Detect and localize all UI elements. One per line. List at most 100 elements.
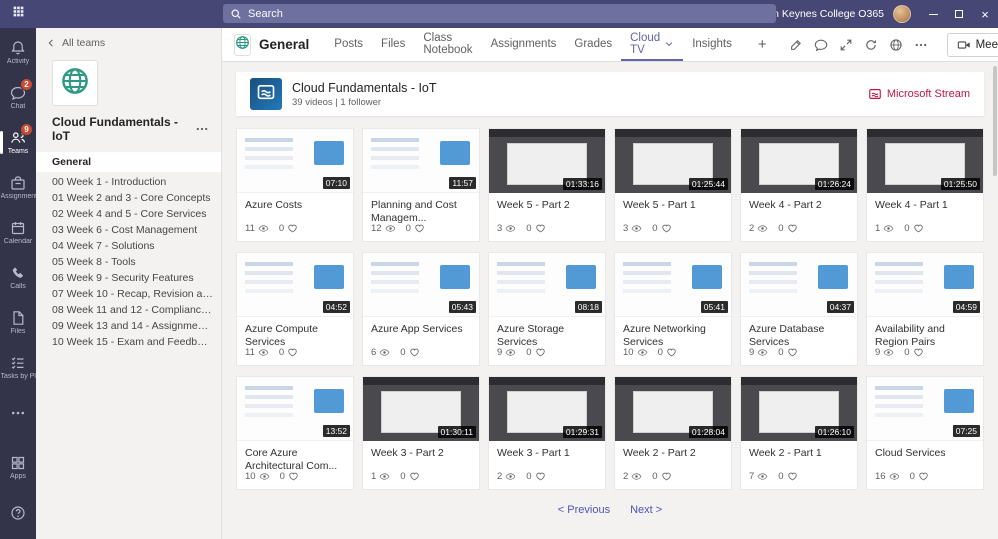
channel-item-01-week-2-and-3-core-concepts[interactable]: 01 Week 2 and 3 - Core Concepts [36, 190, 221, 206]
views-icon [258, 347, 269, 358]
like-count: 0 [652, 223, 658, 234]
open-in-stream-link[interactable]: Microsoft Stream [868, 87, 970, 101]
user-avatar[interactable] [893, 5, 911, 23]
rail-item-files[interactable]: Files [0, 300, 36, 345]
close-button[interactable]: × [972, 0, 998, 28]
video-card[interactable]: 11:57 Planning and Cost Managem... 12 0 [362, 128, 480, 242]
views-icon [883, 223, 894, 234]
previous-page-link[interactable]: < Previous [558, 504, 610, 516]
video-stats: 12 0 [363, 223, 479, 241]
channel-item-06-week-9-security-features[interactable]: 06 Week 9 - Security Features [36, 270, 221, 286]
rail-item-calendar[interactable]: Calendar [0, 210, 36, 255]
minimize-button[interactable] [920, 0, 946, 28]
rail-item-apps[interactable]: Apps [0, 445, 36, 490]
video-card[interactable]: 05:43 Azure App Services 6 0 [362, 252, 480, 366]
channel-item-02-week-4-and-5-core-services[interactable]: 02 Week 4 and 5 - Core Services [36, 206, 221, 222]
like-count: 0 [778, 223, 784, 234]
tab-class-notebook[interactable]: Class Notebook [414, 28, 481, 61]
stream-logo-icon [250, 78, 282, 110]
heart-icon [287, 347, 298, 358]
video-thumbnail: 11:57 [363, 129, 479, 193]
video-thumbnail: 08:18 [489, 253, 605, 317]
search-bar[interactable] [223, 4, 776, 23]
video-card[interactable]: 07:25 Cloud Services 16 0 [866, 376, 984, 490]
video-stats: 90 [741, 347, 857, 365]
channel-item-03-week-6-cost-management[interactable]: 03 Week 6 - Cost Management [36, 222, 221, 238]
video-duration: 04:37 [826, 300, 854, 313]
rail-item-calls[interactable]: Calls [0, 255, 36, 300]
scrollbar-thumb[interactable] [993, 66, 997, 176]
tab-insights[interactable]: Insights [683, 28, 741, 61]
video-card[interactable]: 01:29:31 Week 3 - Part 120 [488, 376, 606, 490]
tab-files[interactable]: Files [372, 28, 414, 61]
views-icon [883, 347, 894, 358]
rail-item-label: Teams [7, 148, 29, 155]
stream-brand-icon [868, 87, 882, 101]
video-card[interactable]: 04:59 Availability and Region Pairs 9 0 [866, 252, 984, 366]
globe-button[interactable] [884, 33, 908, 57]
app-launcher-icon[interactable] [12, 5, 25, 23]
tab-label: Files [381, 37, 406, 50]
video-thumbnail: 01:26:10 [741, 377, 857, 441]
meet-button[interactable]: Meet [946, 32, 998, 57]
video-card[interactable]: 04:37 Azure Database Services 9 0 [740, 252, 858, 366]
expand-button[interactable] [834, 33, 858, 57]
search-input[interactable] [248, 7, 769, 20]
views-icon [258, 223, 269, 234]
video-card[interactable]: 01:33:16 Week 5 - Part 230 [488, 128, 606, 242]
rail-item-assignments[interactable]: Assignments [0, 165, 36, 210]
view-count: 10 [623, 347, 634, 358]
channel-item-08-week-11-and-12-compliance-features[interactable]: 08 Week 11 and 12 - Compliance Features [36, 302, 221, 318]
add-tab-button[interactable]: + [749, 36, 776, 53]
channel-item-09-week-13-and-14-assignment-and-revision[interactable]: 09 Week 13 and 14 - Assignment and Revis… [36, 318, 221, 334]
video-card[interactable]: 07:10 Azure Costs 11 0 [236, 128, 354, 242]
video-card[interactable]: 01:26:24 Week 4 - Part 220 [740, 128, 858, 242]
next-page-link[interactable]: Next > [630, 504, 662, 516]
tab-grades[interactable]: Grades [565, 28, 621, 61]
tab-assignments[interactable]: Assignments [482, 28, 566, 61]
video-card[interactable]: 01:25:50 Week 4 - Part 110 [866, 128, 984, 242]
video-card[interactable]: 04:52 Azure Compute Services 11 0 [236, 252, 354, 366]
rail-item-help[interactable] [0, 490, 36, 535]
heart-icon [287, 223, 298, 234]
tab-posts[interactable]: Posts [325, 28, 372, 61]
channel-item-07-week-10-recap-revision-and-review[interactable]: 07 Week 10 - Recap, Revision and Review [36, 286, 221, 302]
rail-item-teams[interactable]: 9 Teams [0, 120, 36, 165]
like-count: 0 [278, 347, 285, 358]
rail-item-more-apps[interactable] [0, 390, 36, 435]
rail-item-activity[interactable]: Activity [0, 30, 36, 75]
stream-channel-title: Cloud Fundamentals - IoT [292, 80, 437, 95]
channel-item-04-week-7-solutions[interactable]: 04 Week 7 - Solutions [36, 238, 221, 254]
video-card[interactable]: 08:18 Azure Storage Services 9 0 [488, 252, 606, 366]
refresh-button[interactable] [859, 33, 883, 57]
tab-cloud-tv[interactable]: Cloud TV [621, 28, 684, 61]
video-card[interactable]: 05:41 Azure Networking Services 10 0 [614, 252, 732, 366]
maximize-button[interactable] [946, 0, 972, 28]
video-card[interactable]: 01:25:44 Week 5 - Part 130 [614, 128, 732, 242]
video-card[interactable]: 01:30:11 Week 3 - Part 210 [362, 376, 480, 490]
back-all-teams[interactable]: All teams [36, 28, 221, 51]
rail-item-chat[interactable]: 2 Chat [0, 75, 36, 120]
channel-item-00-week-1-introduction[interactable]: 00 Week 1 - Introduction [36, 174, 221, 190]
video-card[interactable]: 01:26:10 Week 2 - Part 170 [740, 376, 858, 490]
views-icon [259, 471, 270, 482]
video-card[interactable]: 13:52 Core Azure Architectural Com... 10 0 [236, 376, 354, 490]
pagination: < Previous Next > [236, 504, 984, 516]
video-card[interactable]: 01:28:04 Week 2 - Part 220 [614, 376, 732, 490]
channel-item-05-week-8-tools[interactable]: 05 Week 8 - Tools [36, 254, 221, 270]
video-duration: 04:52 [322, 300, 350, 313]
channel-item-general[interactable]: General [36, 152, 221, 172]
chat-button[interactable] [809, 33, 833, 57]
team-avatar [52, 60, 98, 106]
video-title: Week 4 - Part 1 [875, 199, 948, 211]
team-options-icon[interactable] [195, 122, 209, 136]
rail-item-tasks[interactable]: Tasks by Pla... [0, 345, 36, 390]
rail-item-label: Assignments [0, 193, 36, 200]
view-count: 1 [875, 223, 881, 234]
channel-item-10-week-15-exam-and-feedback[interactable]: 10 Week 15 - Exam and Feedback [36, 334, 221, 350]
edit-button[interactable] [784, 33, 808, 57]
heart-icon [409, 347, 420, 358]
scrollbar[interactable] [992, 62, 998, 539]
more-button[interactable] [909, 33, 933, 57]
rail-item-label: Activity [6, 58, 30, 65]
